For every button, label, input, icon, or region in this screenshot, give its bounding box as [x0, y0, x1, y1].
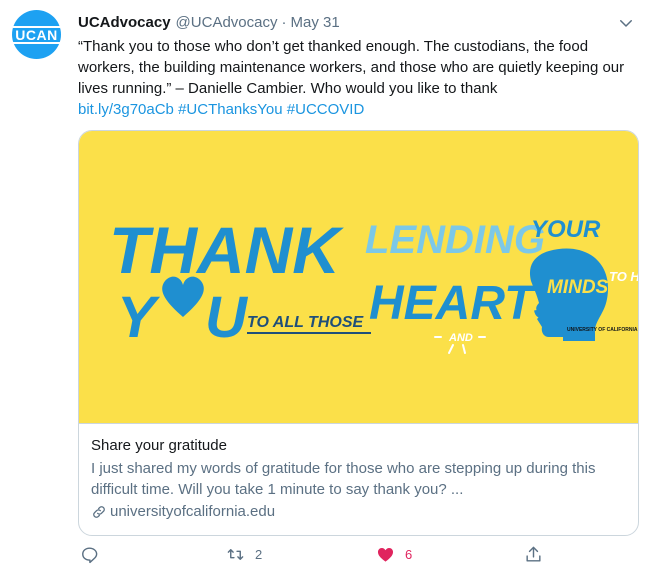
illustration-you-y: Y — [117, 285, 161, 350]
thank-you-illustration: THANK Y U TO ALL THOSE LENDING YOUR HEAR… — [109, 213, 638, 354]
card-body: Share your gratitude I just shared my wo… — [79, 424, 638, 522]
retweet-count: 2 — [255, 547, 263, 562]
tweet-header: UCAdvocacy @UCAdvocacy · May 31 — [78, 11, 635, 33]
card-description: I just shared my words of gratitude for … — [91, 460, 596, 498]
heart-filled-icon — [377, 548, 394, 562]
like-button[interactable]: 6 — [376, 545, 412, 564]
reply-icon — [82, 547, 98, 564]
share-icon — [526, 546, 541, 562]
avatar[interactable]: UCAN — [12, 10, 61, 59]
tweet-date[interactable]: May 31 — [290, 14, 339, 31]
retweet-icon — [227, 549, 244, 560]
link-card[interactable]: THANK Y U TO ALL THOSE LENDING YOUR HEAR… — [78, 130, 639, 536]
like-count: 6 — [405, 547, 413, 562]
card-title: Share your gratitude — [91, 437, 227, 454]
separator: · — [281, 13, 287, 31]
illustration-and: AND — [448, 332, 473, 344]
hashtag-ucthanksyou[interactable]: #UCThanksYou — [178, 101, 283, 118]
uc-logo: UNIVERSITY OF CALIFORNIA — [567, 327, 638, 333]
illustration-to-all-those: TO ALL THOSE — [247, 314, 364, 331]
share-button[interactable] — [524, 545, 553, 564]
illustration-to-help: TO HELP — [609, 269, 638, 284]
author-name[interactable]: UCAdvocacy — [78, 14, 171, 31]
chevron-down-icon[interactable] — [617, 14, 635, 32]
illustration-minds: MINDS — [547, 277, 609, 298]
tweet-actions: 2 6 — [78, 545, 558, 569]
short-link[interactable]: bit.ly/3g70aCb — [78, 101, 174, 118]
card-image[interactable]: THANK Y U TO ALL THOSE LENDING YOUR HEAR… — [79, 131, 638, 424]
illustration-lending: LENDING — [365, 218, 545, 262]
link-icon — [93, 506, 105, 518]
avatar-logo-text: UCAN — [13, 25, 60, 44]
illustration-thank: THANK — [109, 213, 344, 287]
author-handle[interactable]: @UCAdvocacy — [176, 14, 278, 31]
card-url: universityofcalifornia.edu — [91, 502, 626, 522]
tweet-body: “Thank you to those who don’t get thanke… — [78, 38, 629, 97]
illustration-you-u: U — [205, 285, 249, 350]
tweet-text: “Thank you to those who don’t get thanke… — [78, 36, 638, 120]
illustration-your: YOUR — [531, 216, 601, 243]
card-url-text: universityofcalifornia.edu — [110, 503, 276, 520]
reply-button[interactable] — [80, 545, 109, 564]
retweet-button[interactable]: 2 — [226, 545, 262, 564]
hashtag-uccovid[interactable]: #UCCOVID — [287, 101, 365, 118]
